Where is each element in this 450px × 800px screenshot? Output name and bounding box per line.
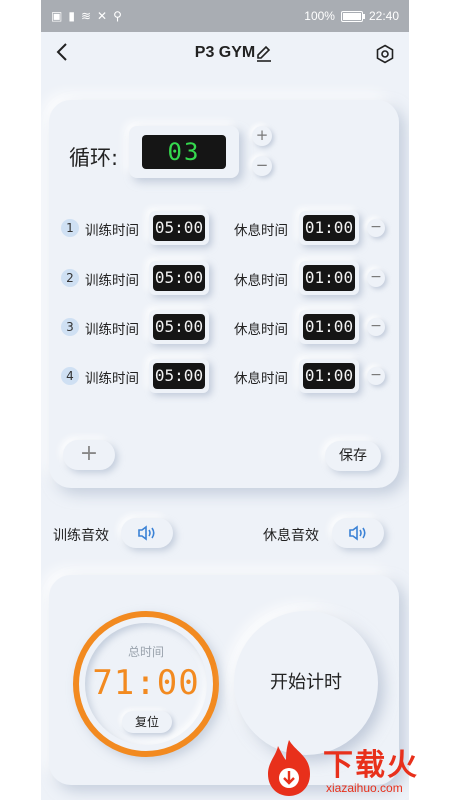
clock: 22:40 (368, 9, 399, 23)
train-time-display: 05:00 (153, 363, 205, 389)
settings-icon[interactable] (375, 44, 395, 64)
round-row-4: 4 训练时间 05:00 休息时间 01:00 − (49, 358, 399, 394)
total-time-label: 总时间 (127, 645, 164, 659)
total-time-face: 总时间 71:00 复位 (85, 623, 207, 745)
rest-time-display: 01:00 (303, 265, 355, 291)
signal-icon: ▮ (68, 9, 75, 23)
watermark-text: 下载火 (323, 748, 419, 783)
rest-time-field[interactable]: 01:00 (299, 359, 359, 393)
train-time-field[interactable]: 05:00 (149, 261, 209, 295)
start-timer-button[interactable]: 开始计时 (234, 611, 378, 755)
cycle-minus-button[interactable]: − (252, 156, 272, 176)
train-time-label: 训练时间 (85, 322, 139, 338)
cycle-settings-card: 循环: 03 + − 1 训练时间 05:00 休息时间 01:00 − 2 训… (49, 100, 399, 488)
train-time-field[interactable]: 05:00 (149, 359, 209, 393)
remove-round-button[interactable]: − (367, 318, 385, 336)
round-row-2: 2 训练时间 05:00 休息时间 01:00 − (49, 260, 399, 296)
remove-round-button[interactable]: − (367, 219, 385, 237)
cycle-plus-button[interactable]: + (252, 126, 272, 146)
train-time-label: 训练时间 (85, 223, 139, 239)
round-number: 4 (61, 367, 79, 385)
round-number: 3 (61, 318, 79, 336)
status-bar: ▣ ▮ ≋ ✕ ⚲ 100% 22:40 (41, 0, 409, 32)
watermark-flame-logo (268, 740, 310, 796)
rest-time-label: 休息时间 (234, 371, 288, 387)
train-sound-toggle[interactable] (121, 518, 173, 548)
rest-time-display: 01:00 (303, 314, 355, 340)
status-icons-left: ▣ ▮ ≋ ✕ ⚲ (51, 9, 122, 23)
rest-time-label: 休息时间 (234, 322, 288, 338)
battery-percent: 100% (304, 9, 335, 23)
train-time-field[interactable]: 05:00 (149, 310, 209, 344)
sim-icon: ▣ (51, 9, 63, 23)
rest-sound-label: 休息音效 (263, 528, 319, 544)
cycle-count-display: 03 (142, 135, 226, 169)
round-number: 2 (61, 269, 79, 287)
train-time-label: 训练时间 (85, 371, 139, 387)
round-row-1: 1 训练时间 05:00 休息时间 01:00 − (49, 210, 399, 246)
train-sound-label: 训练音效 (53, 528, 109, 544)
train-time-display: 05:00 (153, 215, 205, 241)
remove-round-button[interactable]: − (367, 367, 385, 385)
speaker-icon (349, 525, 366, 541)
phone-screen: ▣ ▮ ≋ ✕ ⚲ 100% 22:40 P3 GYM 循环: 03 + − 1… (41, 0, 409, 800)
train-time-label: 训练时间 (85, 273, 139, 289)
round-row-3: 3 训练时间 05:00 休息时间 01:00 − (49, 309, 399, 345)
total-time-ring: 总时间 71:00 复位 (73, 611, 219, 757)
rest-time-label: 休息时间 (234, 223, 288, 239)
cycle-display-frame: 03 (129, 126, 239, 178)
status-icons-right: 100% 22:40 (304, 9, 399, 23)
train-time-display: 05:00 (153, 265, 205, 291)
cycle-label: 循环: (69, 146, 119, 170)
rest-sound-toggle[interactable] (332, 518, 384, 548)
remove-round-button[interactable]: − (367, 269, 385, 287)
rest-time-field[interactable]: 01:00 (299, 261, 359, 295)
rest-time-display: 01:00 (303, 363, 355, 389)
speaker-icon (138, 525, 155, 541)
usb-icon: ⚲ (113, 9, 122, 23)
rest-time-field[interactable]: 01:00 (299, 211, 359, 245)
reset-button[interactable]: 复位 (122, 711, 172, 733)
train-time-field[interactable]: 05:00 (149, 211, 209, 245)
rest-time-label: 休息时间 (234, 273, 288, 289)
mute-icon: ✕ (97, 9, 108, 23)
add-round-button[interactable]: + (63, 440, 115, 470)
round-number: 1 (61, 219, 79, 237)
header: P3 GYM (41, 32, 409, 76)
pencil-icon[interactable] (255, 44, 273, 62)
rest-time-display: 01:00 (303, 215, 355, 241)
page-title: P3 GYM (194, 44, 256, 61)
battery-icon (340, 10, 365, 22)
total-time-value: 71:00 (92, 663, 200, 703)
train-time-display: 05:00 (153, 314, 205, 340)
rest-time-field[interactable]: 01:00 (299, 310, 359, 344)
save-button[interactable]: 保存 (325, 441, 381, 471)
wifi-icon: ≋ (80, 9, 92, 23)
watermark-url: xiazaihuo.com (326, 781, 403, 795)
